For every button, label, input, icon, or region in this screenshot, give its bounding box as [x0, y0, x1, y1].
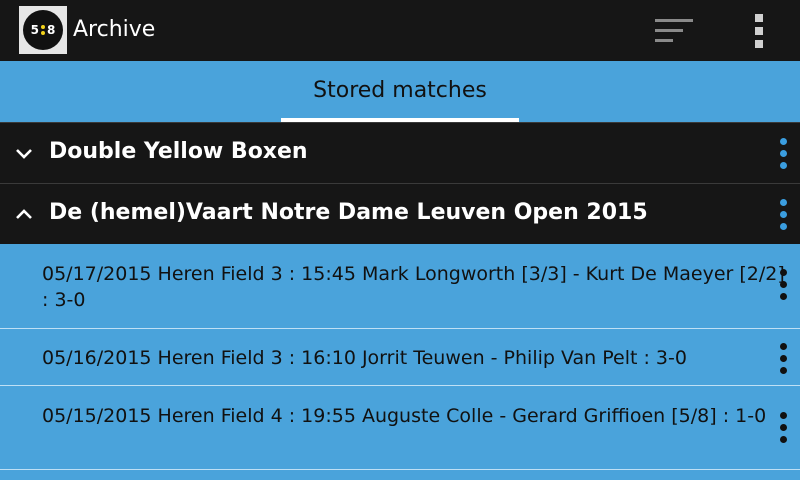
- tab-label: Stored matches: [313, 78, 487, 103]
- logo-dots-icon: [41, 25, 45, 35]
- app-title: Archive: [73, 17, 156, 42]
- group-more-icon[interactable]: [777, 198, 791, 232]
- match-more-icon[interactable]: [777, 411, 791, 445]
- tab-stored-matches[interactable]: Stored matches: [281, 61, 519, 122]
- app-bar: 5 8 Archive: [0, 0, 800, 61]
- match-summary: 05/17/2015 Heren Field 3 : 15:45 Mark Lo…: [42, 263, 785, 311]
- group-label: De (hemel)Vaart Notre Dame Leuven Open 2…: [49, 200, 648, 225]
- logo-badge: 5 8: [23, 10, 63, 50]
- match-more-icon[interactable]: [777, 268, 791, 302]
- match-summary: 05/15/2015 Heren Field 4 : 19:55 Auguste…: [42, 405, 767, 427]
- match-row[interactable]: 05/16/2015 Heren Field 3 : 16:10 Jorrit …: [0, 329, 800, 386]
- group-header-leuven-open-2015[interactable]: De (hemel)Vaart Notre Dame Leuven Open 2…: [0, 183, 800, 244]
- sort-icon[interactable]: [652, 16, 696, 46]
- match-row[interactable]: 05/17/2015 Heren Field 3 : 15:45 Mark Lo…: [0, 244, 800, 329]
- chevron-down-icon[interactable]: [14, 143, 34, 163]
- match-row[interactable]: 05/15/2015 Heren Field 4 : 19:55 Auguste…: [0, 386, 800, 470]
- group-header-double-yellow-boxen[interactable]: Double Yellow Boxen: [0, 122, 800, 183]
- app-logo[interactable]: 5 8: [19, 6, 67, 54]
- chevron-up-icon[interactable]: [14, 204, 34, 224]
- logo-score-right: 8: [47, 23, 56, 37]
- logo-score-left: 5: [30, 23, 39, 37]
- match-summary: 05/16/2015 Heren Field 3 : 16:10 Jorrit …: [42, 347, 687, 369]
- group-more-icon[interactable]: [777, 137, 791, 171]
- tab-bar: Stored matches: [0, 61, 800, 122]
- match-more-icon[interactable]: [777, 342, 791, 376]
- group-label: Double Yellow Boxen: [49, 139, 308, 164]
- more-vert-icon[interactable]: [746, 12, 772, 50]
